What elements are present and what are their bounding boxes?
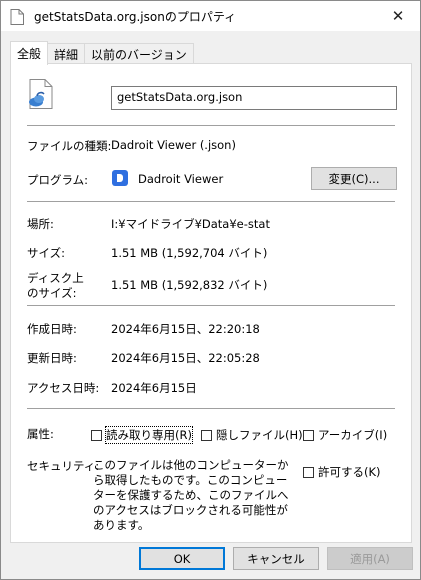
disk-size-label-line2: のサイズ: [27,286,77,300]
document-icon [10,9,24,25]
cancel-button[interactable]: キャンセル [233,547,319,570]
separator [27,305,395,306]
checkbox-box[interactable] [201,429,212,441]
readonly-label[interactable]: 読み取り専用(R) [105,426,193,444]
tab-details[interactable]: 詳細 [47,43,86,64]
security-message: このファイルは他のコンピューターから取得したものです。このコンピューターを保護す… [93,458,289,532]
ok-button[interactable]: OK [139,547,225,570]
tab-general[interactable]: 全般 [10,41,49,65]
attributes-label: 属性: [27,427,54,441]
disk-size-label-line1: ディスク上 [27,271,84,285]
checkbox-box[interactable] [91,429,102,441]
accessed-value: 2024年6月15日 [111,381,197,395]
location-label: 場所: [27,217,54,231]
allow-label[interactable]: 許可する(K) [318,464,381,480]
separator [27,201,395,202]
modified-label: 更新日時: [27,351,77,365]
properties-window: getStatsData.org.jsonのプロパティ ✕ 全般 詳細 以前のバ… [0,0,421,580]
apply-button[interactable]: 適用(A) [327,547,413,570]
created-label: 作成日時: [27,322,77,336]
security-label: セキュリティ: [27,459,100,473]
file-name-input[interactable]: getStatsData.org.json [111,86,397,110]
accessed-label: アクセス日時: [27,381,100,395]
json-file-icon [29,79,53,109]
readonly-checkbox[interactable]: 読み取り専用(R) [91,426,193,444]
size-value: 1.51 MB (1,592,704 バイト) [111,246,268,260]
checkbox-box[interactable] [303,466,314,478]
program-label: プログラム: [27,173,89,187]
tab-previous-versions[interactable]: 以前のバージョン [84,43,194,64]
allow-checkbox[interactable]: 許可する(K) [303,464,381,480]
close-button[interactable]: ✕ [376,1,420,31]
size-label: サイズ: [27,246,66,260]
general-panel: getStatsData.org.json ファイルの種類: Dadroit V… [10,63,412,543]
separator [27,125,395,126]
created-value: 2024年6月15日、22:20:18 [111,322,260,336]
program-value: Dadroit Viewer [138,172,224,186]
hidden-checkbox[interactable]: 隠しファイル(H) [201,427,303,443]
title-bar: getStatsData.org.jsonのプロパティ ✕ [1,1,420,31]
file-type-label: ファイルの種類: [27,139,112,153]
modified-value: 2024年6月15日、22:05:28 [111,351,260,365]
tab-bar: 全般 詳細 以前のバージョン [10,41,194,65]
hidden-label[interactable]: 隠しファイル(H) [216,427,303,443]
window-title: getStatsData.org.jsonのプロパティ [34,10,237,24]
archive-checkbox[interactable]: アーカイブ(I) [303,427,387,443]
checkbox-box[interactable] [303,429,314,441]
disk-size-value: 1.51 MB (1,592,832 バイト) [111,278,268,292]
close-icon: ✕ [391,7,405,25]
file-type-value: Dadroit Viewer (.json) [111,138,236,152]
archive-label[interactable]: アーカイブ(I) [318,427,387,443]
change-program-button[interactable]: 変更(C)... [311,167,397,190]
dadroit-viewer-icon [112,170,128,186]
separator [27,408,395,409]
location-value: I:¥マイドライブ¥Data¥e-stat [111,217,270,231]
